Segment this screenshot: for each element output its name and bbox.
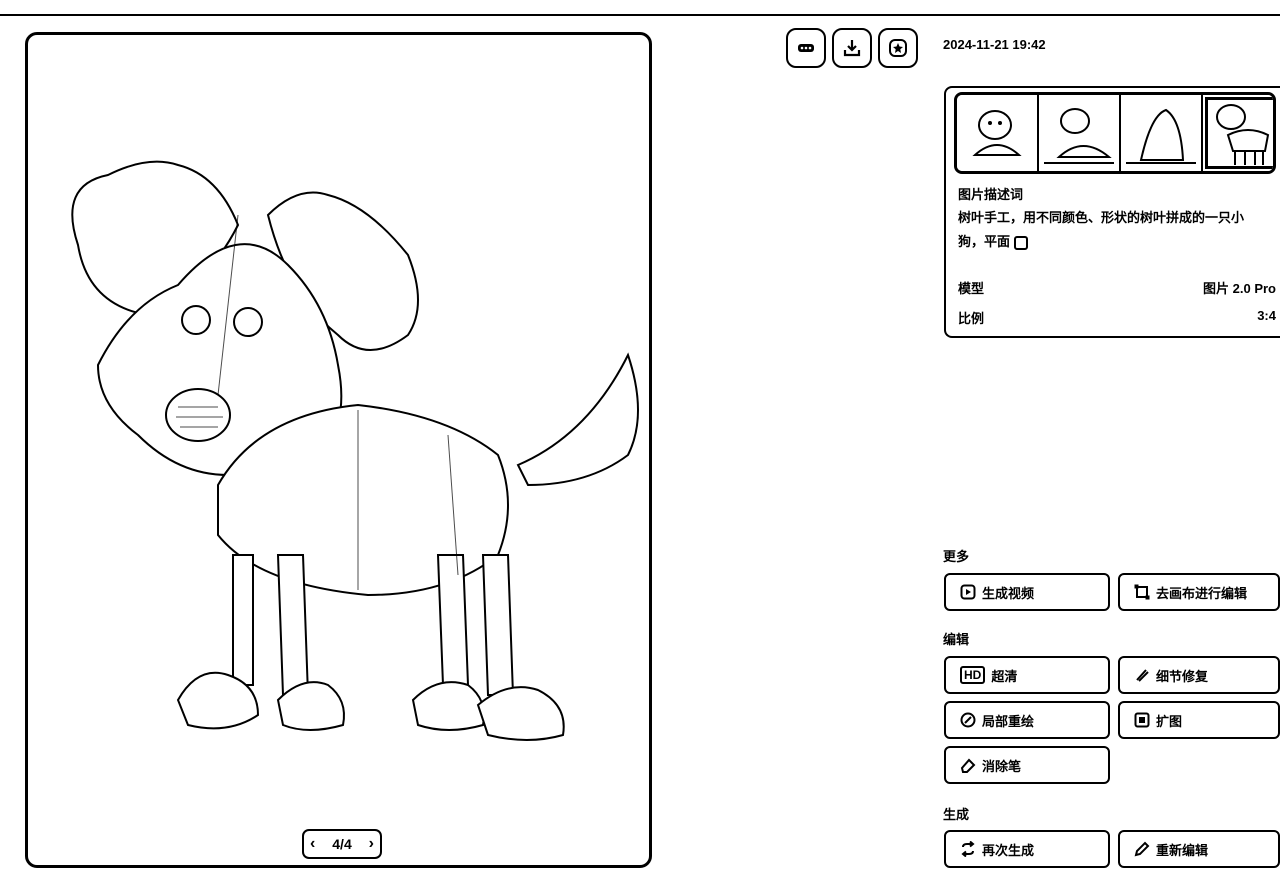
inpaint-button[interactable]: 局部重绘 [944, 701, 1110, 739]
download-button[interactable] [832, 28, 872, 68]
image-viewer[interactable]: ‹ 4/4 › [25, 32, 652, 868]
regenerate-label: 再次生成 [982, 842, 1035, 858]
thumbnail-1[interactable] [957, 95, 1039, 171]
inpaint-label: 局部重绘 [982, 713, 1035, 729]
prompt-text: 树叶手工，用不同颜色、形状的树叶拼成的一只小狗，平面 [958, 206, 1263, 254]
eraser-button[interactable]: 消除笔 [944, 746, 1110, 784]
prompt-text-value: 树叶手工，用不同颜色、形状的树叶拼成的一只小狗，平面 [958, 210, 1245, 249]
expand-icon [1134, 712, 1150, 728]
star-icon [889, 39, 907, 57]
model-value: 图片 2.0 Pro [1203, 281, 1276, 296]
created-datetime: 2024-11-21 19:42 [943, 37, 1046, 52]
video-icon [960, 584, 976, 600]
download-icon [843, 40, 861, 57]
eraser-icon [960, 757, 976, 773]
generate-video-label: 生成视频 [982, 585, 1035, 601]
section-generate-title: 生成 [943, 807, 970, 822]
pencil-icon [1134, 841, 1150, 857]
leaf-dog-image [71, 160, 639, 741]
model-label: 模型 [958, 281, 985, 296]
thumbnail-image [1216, 104, 1270, 165]
generate-video-button[interactable]: 生成视频 [944, 573, 1110, 611]
ratio-label: 比例 [958, 311, 985, 326]
regenerate-button[interactable]: 再次生成 [944, 830, 1110, 868]
thumbnail-3[interactable] [1121, 95, 1203, 171]
model-row: 模型 图片 2.0 Pro [958, 278, 1276, 297]
prompt-title: 图片描述词 [958, 187, 1024, 202]
detail-fix-button[interactable]: 细节修复 [1118, 656, 1280, 694]
brush-icon [1134, 667, 1150, 683]
hd-badge: HD [960, 666, 986, 684]
expand-button[interactable]: 扩图 [1118, 701, 1280, 739]
reedit-button[interactable]: 重新编辑 [1118, 830, 1280, 868]
chevron-right-icon[interactable]: › [369, 835, 374, 853]
thumbnail-strip [954, 92, 1276, 174]
inpaint-icon [960, 712, 976, 728]
refresh-icon [960, 841, 976, 857]
ratio-value: 3:4 [1257, 308, 1276, 323]
canvas-edit-label: 去画布进行编辑 [1156, 585, 1248, 601]
thumbnail-image [1126, 108, 1196, 164]
section-more-title: 更多 [943, 549, 970, 564]
expand-label: 扩图 [1156, 713, 1183, 729]
thumbnail-image [972, 110, 1022, 156]
copy-icon[interactable] [1014, 235, 1029, 250]
detail-fix-label: 细节修复 [1156, 668, 1209, 684]
thumbnail-2[interactable] [1039, 95, 1121, 171]
eraser-label: 消除笔 [982, 758, 1022, 774]
thumbnail-4[interactable] [1203, 95, 1273, 171]
ellipsis-icon [798, 44, 814, 52]
canvas-edit-button[interactable]: 去画布进行编辑 [1118, 573, 1280, 611]
more-button[interactable] [786, 28, 826, 68]
top-divider [0, 14, 1280, 16]
thumbnail-image [1044, 108, 1114, 164]
image-info-card: 图片描述词 树叶手工，用不同颜色、形状的树叶拼成的一只小狗，平面 模型 图片 2… [944, 86, 1280, 338]
canvas-icon [1134, 584, 1150, 600]
image-pager: ‹ 4/4 › [302, 829, 382, 859]
reedit-label: 重新编辑 [1156, 842, 1209, 858]
favorite-button[interactable] [878, 28, 918, 68]
hd-upscale-button[interactable]: HD 超清 [944, 656, 1110, 694]
section-edit-title: 编辑 [943, 632, 970, 647]
pager-text: 4/4 [332, 836, 352, 852]
ratio-row: 比例 3:4 [958, 308, 1276, 327]
chevron-left-icon[interactable]: ‹ [310, 835, 315, 853]
hd-upscale-label: 超清 [991, 668, 1018, 684]
